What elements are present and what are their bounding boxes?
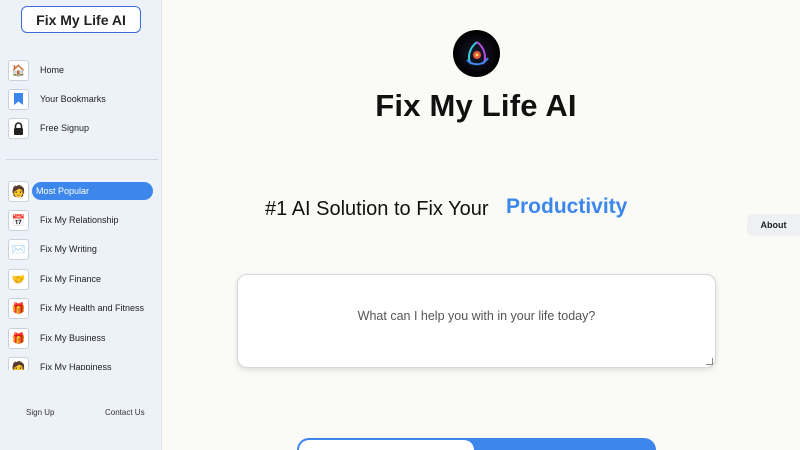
handshake-icon: 🤝 xyxy=(8,268,29,290)
gift-icon: 🎁 xyxy=(8,297,29,319)
lock-icon xyxy=(8,117,29,139)
sidebar-item-label: Fix My Writing xyxy=(40,244,97,254)
sidebar-divider xyxy=(6,159,158,160)
sidebar-item-label: Most Popular xyxy=(32,182,153,200)
headline-text: #1 AI Solution to Fix Your xyxy=(265,198,489,220)
footer-contact-link[interactable]: Contact Us xyxy=(105,408,145,417)
sidebar-item-label: Fix My Health and Fitness xyxy=(40,303,145,313)
prompt-placeholder: What can I help you with in your life to… xyxy=(357,309,596,323)
calendar-icon: 📅 xyxy=(8,209,29,231)
logo-icon xyxy=(465,40,489,65)
sidebar-item-health-fitness[interactable]: 🎁 Fix My Health and Fitness xyxy=(8,296,158,320)
headline-rotating-word: Productivity xyxy=(506,195,628,218)
app-logo xyxy=(453,30,500,77)
prompt-textarea[interactable]: What can I help you with in your life to… xyxy=(237,274,716,368)
sidebar-item-writing[interactable]: ✉️ Fix My Writing xyxy=(8,237,158,261)
sidebar-item-label: Home xyxy=(40,65,65,75)
mode-toggle[interactable] xyxy=(297,438,656,450)
about-button[interactable]: About xyxy=(747,214,800,236)
sidebar-item-most-popular[interactable]: 🧑 Most Popular xyxy=(8,179,158,203)
page-title: Fix My Life AI xyxy=(375,88,577,123)
sidebar-item-label: Fix My Happiness xyxy=(40,362,112,370)
home-icon: 🏠 xyxy=(8,59,29,81)
envelope-icon: ✉️ xyxy=(8,238,29,260)
mode-toggle-option[interactable] xyxy=(299,440,474,450)
sidebar-item-relationship[interactable]: 📅 Fix My Relationship xyxy=(8,208,158,232)
gift-icon: 🎁 xyxy=(8,327,29,349)
sidebar-item-label: Your Bookmarks xyxy=(40,94,106,104)
sidebar-item-home[interactable]: 🏠 Home xyxy=(8,58,158,82)
resize-handle-icon[interactable] xyxy=(706,358,713,365)
category-list[interactable]: 🧑 Most Popular 📅 Fix My Relationship ✉️ … xyxy=(0,176,162,370)
sidebar-item-label: Free Signup xyxy=(40,123,90,133)
person-icon: 🧑 xyxy=(8,180,29,202)
person-icon: 🧑 xyxy=(8,356,29,370)
sidebar-item-label: Fix My Finance xyxy=(40,274,102,284)
sidebar-item-happiness[interactable]: 🧑 Fix My Happiness xyxy=(8,355,158,370)
sidebar-item-finance[interactable]: 🤝 Fix My Finance xyxy=(8,267,158,291)
sidebar-item-label: Fix My Business xyxy=(40,333,106,343)
sidebar-item-business[interactable]: 🎁 Fix My Business xyxy=(8,326,158,350)
sidebar-item-label: Fix My Relationship xyxy=(40,215,119,225)
brand-button[interactable]: Fix My Life AI xyxy=(21,6,141,33)
bookmark-icon xyxy=(8,88,29,110)
footer-signup-link[interactable]: Sign Up xyxy=(26,408,54,417)
sidebar-item-free-signup[interactable]: Free Signup xyxy=(8,116,158,140)
sidebar: Fix My Life AI 🏠 Home Your Bookmarks Fre… xyxy=(0,0,162,450)
sidebar-item-bookmarks[interactable]: Your Bookmarks xyxy=(8,87,158,111)
